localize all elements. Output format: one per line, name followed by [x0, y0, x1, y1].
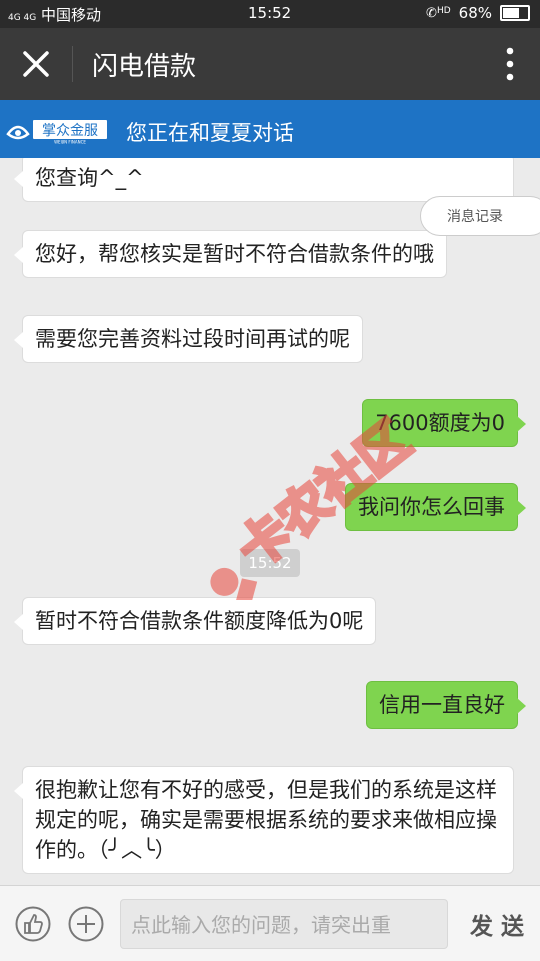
title-bar: 闪电借款 — [0, 28, 540, 100]
message-bubble: 您好，帮您核实是暂时不符合借款条件的哦 — [14, 230, 447, 278]
hd-label: HD — [436, 5, 451, 16]
title-divider — [72, 46, 73, 82]
banner-text: 您正在和夏夏对话 — [126, 121, 294, 145]
plus-icon[interactable] — [68, 906, 104, 942]
message-text: 我问你怎么回事 — [358, 495, 505, 519]
phone-hd-icon: ✆HD — [426, 5, 451, 21]
more-menu-icon[interactable] — [506, 46, 514, 82]
battery-percent: 68% — [458, 4, 492, 22]
message-text: 很抱歉让您有不好的感受，但是我们的系统是这样规定的呢，确实是需要根据系统的要求来… — [35, 778, 497, 862]
page-title: 闪电借款 — [92, 52, 197, 82]
svg-text:掌众金服: 掌众金服 — [42, 123, 98, 139]
message-bubble: 7600额度为0 — [362, 399, 526, 447]
message-bubble: 很抱歉让您有不好的感受，但是我们的系统是这样规定的呢，确实是需要根据系统的要求来… — [14, 766, 514, 874]
thumbs-up-icon[interactable] — [15, 906, 51, 942]
send-button[interactable]: 发 送 — [470, 907, 524, 941]
message-input[interactable]: 点此输入您的问题，请突出重 — [120, 899, 448, 949]
close-icon[interactable] — [20, 48, 52, 80]
status-bar: 4G 4G 中国移动 15:52 ✆HD 68% — [0, 0, 540, 28]
message-text: 7600额度为0 — [375, 411, 505, 435]
carrier-label: 中国移动 — [41, 6, 102, 24]
message-text: 需要您完善资料过段时间再试的呢 — [35, 327, 350, 351]
message-text: 信用一直良好 — [379, 693, 505, 717]
message-bubble: 暂时不符合借款条件额度降低为0呢 — [13, 597, 377, 645]
zhangzhong-logo: 掌众金服 WEIJIN FINANCE — [6, 120, 107, 145]
message-history-button[interactable]: 消息记录 — [420, 196, 540, 236]
message-text: 您好，帮您核实是暂时不符合借款条件的哦 — [35, 242, 434, 266]
message-text: 您查询^_^ — [35, 166, 144, 190]
status-right: ✆HD 68% — [426, 4, 530, 22]
svg-text:WEIJIN FINANCE: WEIJIN FINANCE — [54, 140, 86, 145]
signal-text: 4G 4G — [8, 13, 37, 23]
message-bubble: 我问你怎么回事 — [345, 483, 526, 531]
status-time: 15:52 — [248, 4, 292, 22]
message-bubble: 信用一直良好 — [366, 681, 526, 729]
message-text: 暂时不符合借款条件额度降低为0呢 — [35, 609, 364, 633]
battery-icon — [500, 5, 530, 21]
chat-area[interactable]: 您查询^_^ 您好，帮您核实是暂时不符合借款条件的哦 需要您完善资料过段时间再试… — [0, 158, 540, 885]
status-left: 4G 4G 中国移动 — [8, 4, 101, 25]
message-bubble: 需要您完善资料过段时间再试的呢 — [14, 315, 363, 363]
time-divider: 15:52 — [240, 549, 300, 577]
